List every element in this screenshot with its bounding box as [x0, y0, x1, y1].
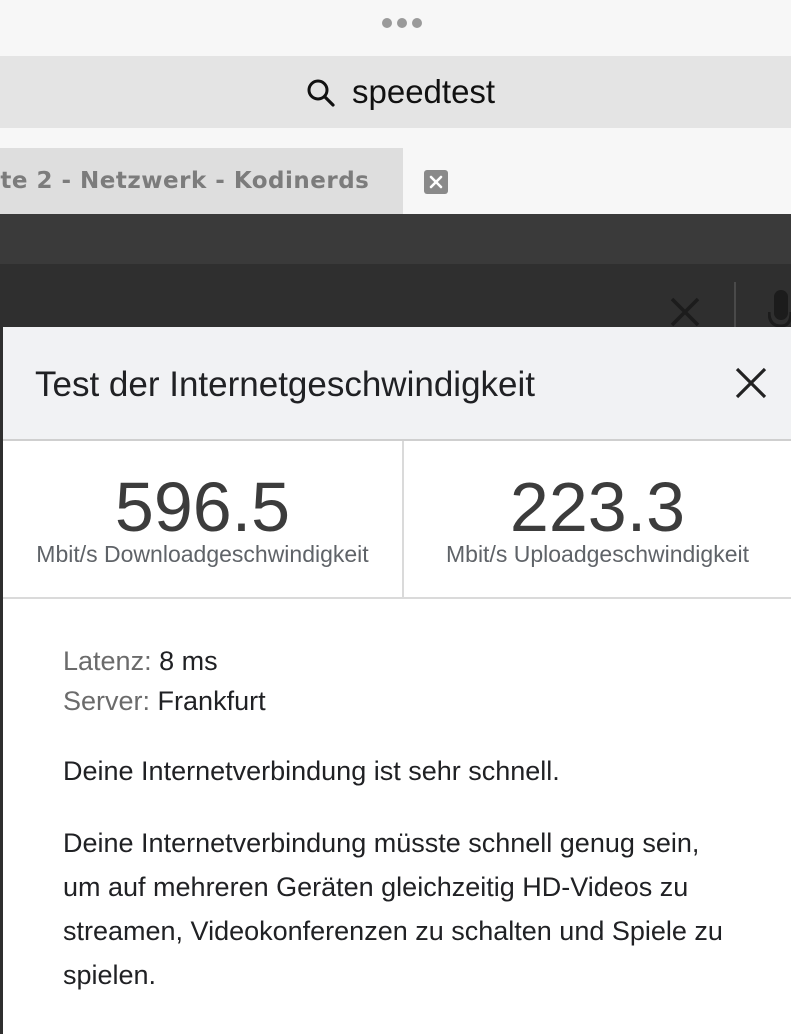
test-info: Latenz: 8 ms Server: Frankfurt	[63, 641, 753, 721]
address-text[interactable]: speedtest	[352, 72, 495, 112]
tab-title: ite 2 - Netzwerk - Kodinerds	[0, 168, 370, 194]
metric-row: 596.5 Mbit/s Downloadgeschwindigkeit 223…	[3, 441, 791, 599]
download-label: Mbit/s Downloadgeschwindigkeit	[36, 541, 369, 567]
upload-value: 223.3	[509, 468, 686, 546]
latency-key: Latenz:	[63, 646, 152, 676]
divider	[734, 282, 736, 327]
server-value: Frankfurt	[157, 686, 266, 716]
upload-label: Mbit/s Uploadgeschwindigkeit	[446, 541, 749, 567]
panel-title: Test der Internetgeschwindigkeit	[35, 365, 535, 404]
browser-tab[interactable]: ite 2 - Netzwerk - Kodinerds	[0, 148, 403, 214]
summary-text: Deine Internetverbindung ist sehr schnel…	[63, 756, 560, 786]
dot	[382, 18, 392, 28]
close-icon[interactable]	[733, 365, 769, 401]
upload-metric: 223.3 Mbit/s Uploadgeschwindigkeit	[404, 441, 791, 597]
top-strip	[0, 0, 791, 56]
speedtest-panel: Test der Internetgeschwindigkeit 596.5 M…	[3, 327, 791, 1034]
latency-value: 8 ms	[159, 646, 218, 676]
download-value: 596.5	[114, 468, 291, 546]
tab-close-icon[interactable]	[424, 170, 448, 194]
search-icon	[306, 78, 336, 108]
dot	[397, 18, 407, 28]
dot	[412, 18, 422, 28]
server-key: Server:	[63, 686, 151, 716]
server-row: Server: Frankfurt	[63, 681, 753, 721]
page-header-band	[0, 214, 791, 264]
latency-row: Latenz: 8 ms	[63, 641, 753, 681]
download-metric: 596.5 Mbit/s Downloadgeschwindigkeit	[3, 441, 402, 597]
panel-header: Test der Internetgeschwindigkeit	[3, 327, 791, 441]
details-text: Deine Internetverbindung müsste schnell …	[63, 828, 723, 990]
more-dots-icon[interactable]	[382, 18, 422, 28]
